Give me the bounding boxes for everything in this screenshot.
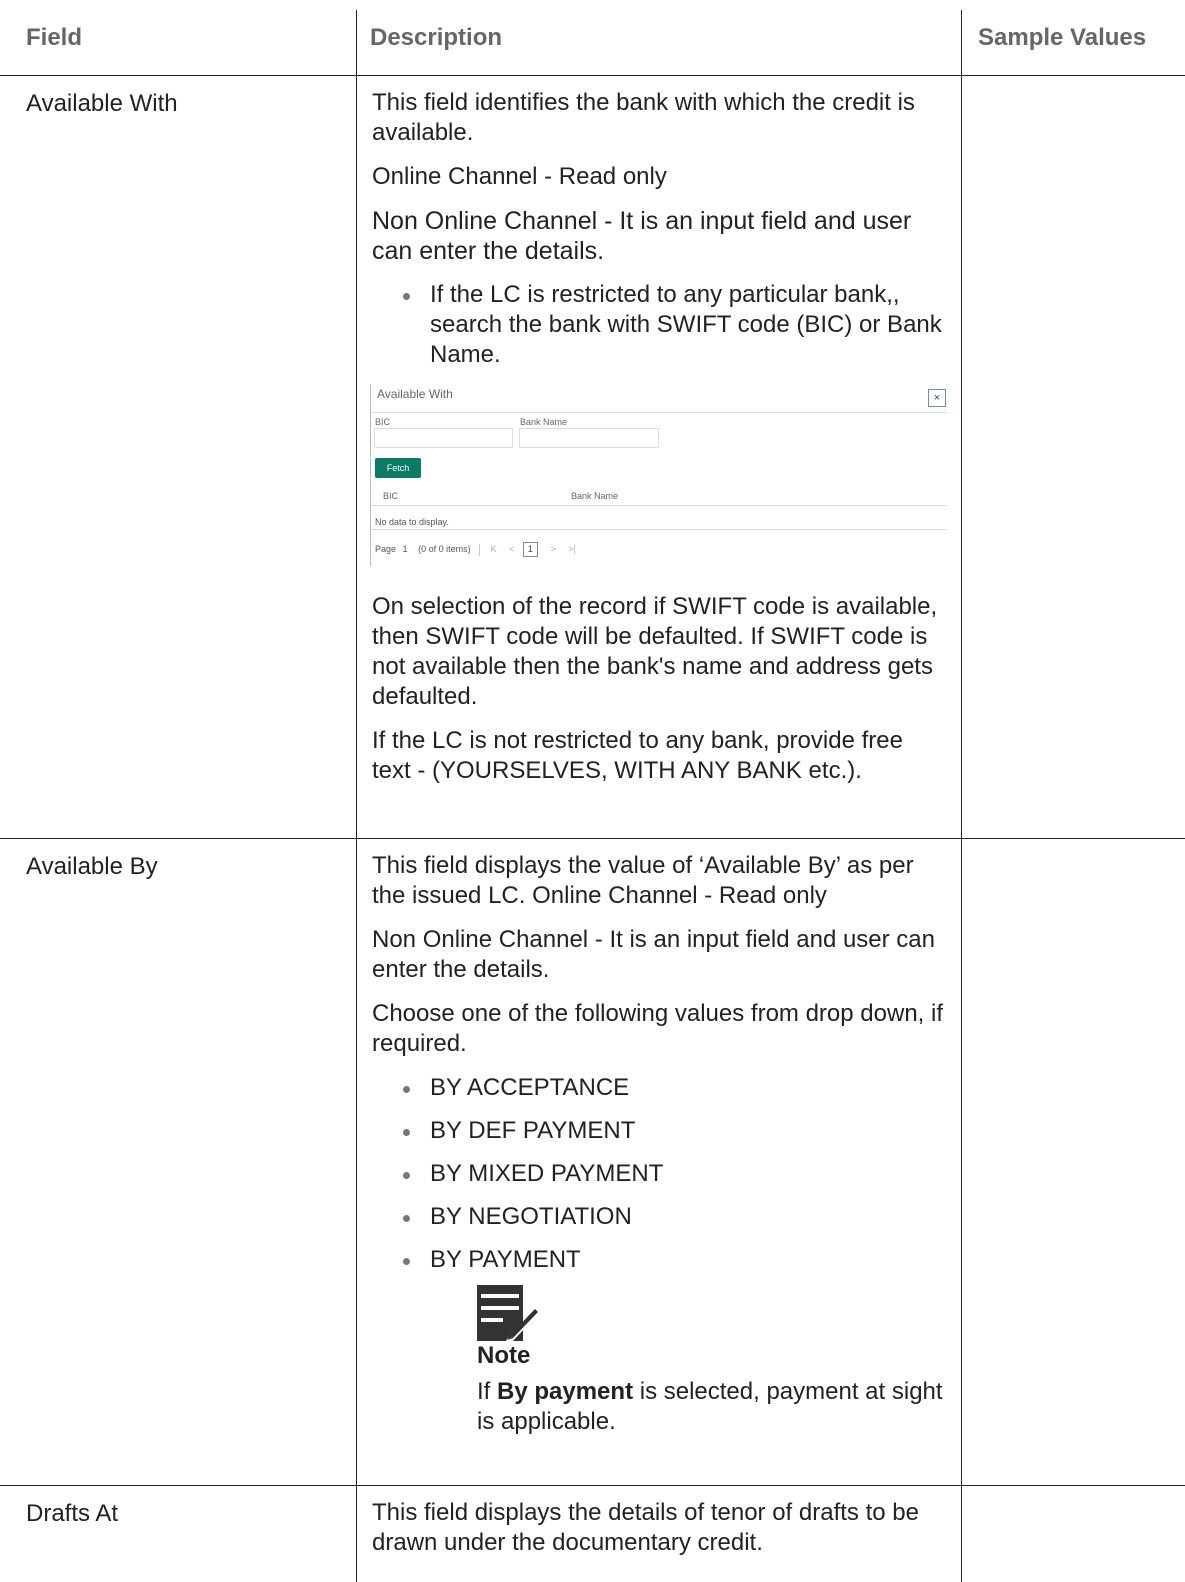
note-icon [477, 1285, 541, 1343]
current-page-button[interactable]: 1 [522, 542, 538, 557]
dialog-title: Available With [377, 387, 453, 401]
list-item: BY PAYMENT [372, 1245, 947, 1275]
description-available-by: This field displays the value of ‘Availa… [372, 851, 947, 1437]
column-header-bank-name: Bank Name [571, 491, 619, 501]
paragraph: If the LC is not restricted to any bank,… [372, 727, 903, 784]
description-drafts-at: This field displays the details of tenor… [372, 1498, 947, 1572]
list-item: BY NEGOTIATION [372, 1202, 947, 1232]
row-rule-1 [0, 838, 1185, 839]
list-item: BY MIXED PAYMENT [372, 1159, 947, 1189]
paragraph: This field identifies the bank with whic… [372, 89, 915, 146]
page-label: Page [375, 544, 397, 554]
field-available-with: Available With [26, 90, 178, 117]
no-data-message: No data to display. [375, 517, 449, 527]
bank-name-input[interactable] [519, 428, 659, 448]
bullet-list: If the LC is restricted to any particula… [372, 280, 947, 370]
column-divider-1 [356, 10, 357, 1582]
row-rule-2 [0, 1485, 1185, 1486]
available-with-dialog-screenshot: Available With × BIC Bank Name Fetch BIC… [370, 384, 951, 566]
options-list: BY ACCEPTANCE BY DEF PAYMENT BY MIXED PA… [372, 1073, 947, 1275]
field-drafts-at: Drafts At [26, 1500, 119, 1527]
close-icon[interactable]: × [928, 389, 946, 407]
paragraph: Online Channel - Read only [372, 163, 667, 190]
list-item: BY DEF PAYMENT [372, 1116, 947, 1146]
next-page-icon[interactable]: > [550, 543, 555, 555]
paragraph: Non Online Channel - It is an input fiel… [372, 926, 936, 983]
column-divider-2 [961, 10, 962, 1582]
note-text: If By payment is selected, payment at si… [477, 1377, 947, 1437]
list-item: BY ACCEPTANCE [372, 1073, 947, 1103]
previous-page-icon[interactable]: < [509, 543, 514, 555]
items-count: (0 of 0 items) [418, 544, 471, 554]
last-page-icon[interactable]: >| [568, 543, 576, 555]
pagination: Page 1 (0 of 0 items) K < 1 > >| [375, 542, 576, 557]
header-description: Description [370, 24, 503, 51]
paragraph: On selection of the record if SWIFT code… [372, 593, 938, 710]
note-text-bold: By payment [497, 1378, 634, 1405]
page-number: 1 [402, 544, 408, 554]
bic-label: BIC [375, 417, 391, 427]
dialog-divider [371, 412, 947, 413]
header-field: Field [26, 24, 83, 51]
bic-input[interactable] [374, 428, 513, 448]
list-item: If the LC is restricted to any particula… [372, 280, 947, 370]
note-box: Note If By payment is selected, payment … [477, 1285, 947, 1437]
field-available-by: Available By [26, 853, 158, 880]
paragraph: This field displays the details of tenor… [372, 1499, 919, 1556]
pager-separator [479, 543, 481, 556]
first-page-icon[interactable]: K [491, 543, 497, 555]
column-header-bic: BIC [383, 491, 399, 501]
fetch-button[interactable]: Fetch [375, 458, 421, 478]
bank-name-label: Bank Name [520, 417, 568, 427]
note-text-pre: If [477, 1378, 498, 1405]
header-rule [0, 75, 1185, 76]
description-available-with: This field identifies the bank with whic… [370, 88, 947, 800]
table-divider [371, 529, 947, 530]
note-title: Note [477, 1342, 531, 1369]
paragraph: Non Online Channel - It is an input fiel… [372, 207, 912, 265]
paragraph: Choose one of the following values from … [372, 1000, 943, 1057]
header-sample-values: Sample Values [978, 24, 1147, 51]
paragraph: This field displays the value of ‘Availa… [372, 852, 914, 909]
table-divider [371, 505, 947, 506]
